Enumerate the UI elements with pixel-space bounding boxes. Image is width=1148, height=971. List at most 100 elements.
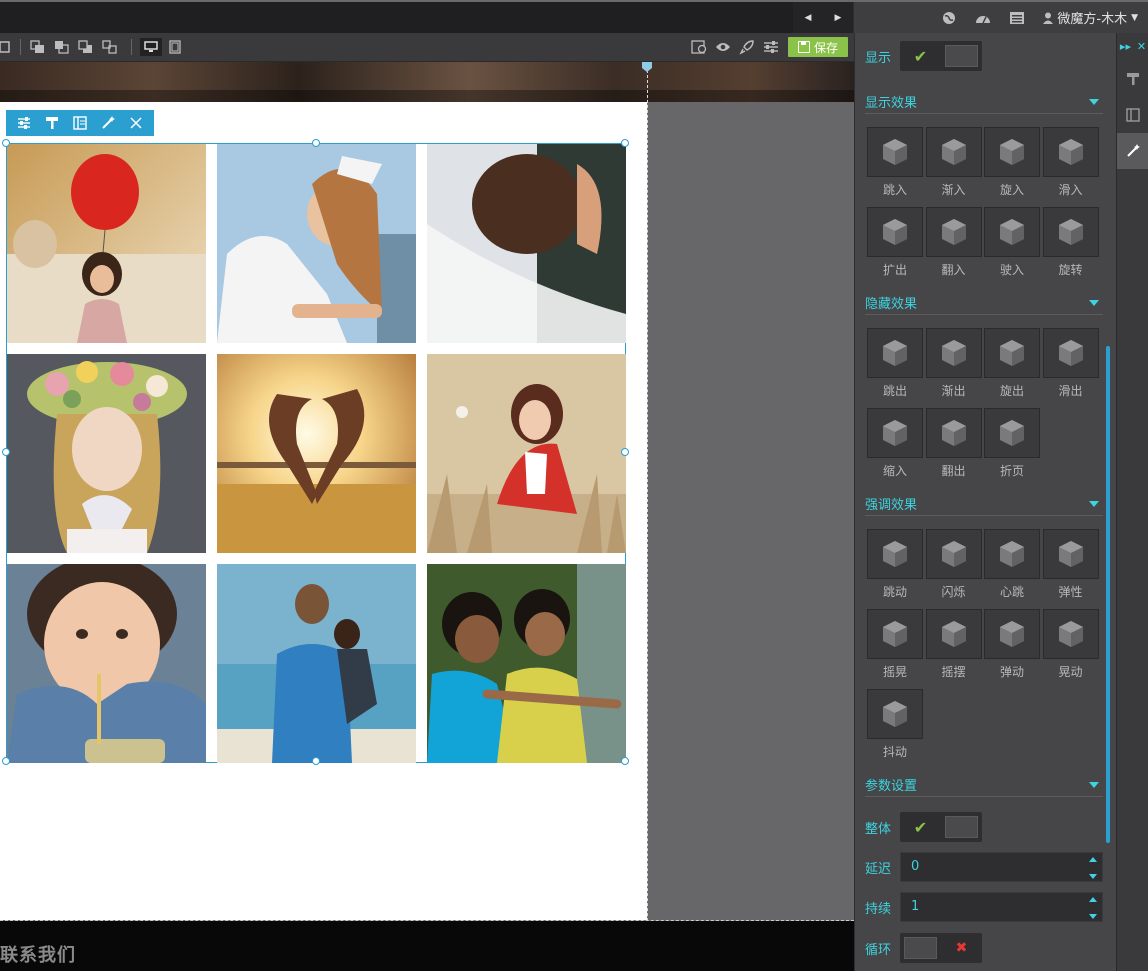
grid-photo[interactable] xyxy=(217,564,416,763)
user-menu[interactable]: 微魔方-木木 ▼ xyxy=(1043,8,1138,27)
save-button[interactable]: 保存 xyxy=(788,37,848,57)
effect-tile[interactable] xyxy=(867,207,923,257)
section-params[interactable]: 参数设置 xyxy=(865,773,1103,797)
resize-handle[interactable] xyxy=(621,757,629,765)
effect-tile[interactable] xyxy=(925,207,982,257)
grid-photo[interactable] xyxy=(7,564,206,763)
layout-icon[interactable] xyxy=(71,114,89,132)
cube-effect-icon xyxy=(1000,219,1024,245)
send-back-icon[interactable] xyxy=(77,38,95,56)
rocket-icon[interactable] xyxy=(738,38,756,56)
duration-input[interactable]: 1 xyxy=(900,892,1103,922)
globe-icon[interactable] xyxy=(941,10,957,26)
effect-label: 跳动 xyxy=(882,585,907,599)
effect-tile[interactable] xyxy=(925,609,982,659)
effect-tile[interactable] xyxy=(1042,127,1099,177)
section-emphasis-effects[interactable]: 强调效果 xyxy=(865,492,1103,516)
effect-tile[interactable] xyxy=(867,328,923,378)
page-width-guide xyxy=(647,70,648,971)
effect-tile[interactable] xyxy=(984,127,1040,177)
effect-label: 跳入 xyxy=(882,183,907,197)
grid-photo[interactable] xyxy=(427,144,626,343)
magic-wand-icon[interactable] xyxy=(99,114,117,132)
effect-tile[interactable] xyxy=(1042,328,1099,378)
panel-scrollbar[interactable] xyxy=(1106,346,1110,843)
footer-section[interactable]: 联系我们 xyxy=(0,921,854,971)
effect-tile[interactable] xyxy=(984,529,1040,579)
resize-handle[interactable] xyxy=(312,757,320,765)
caret-down-icon[interactable] xyxy=(1089,874,1097,879)
effect-tile[interactable] xyxy=(867,127,923,177)
effect-tile[interactable] xyxy=(925,529,982,579)
whole-row: 整体 xyxy=(865,812,891,842)
effect-tile[interactable] xyxy=(984,408,1040,458)
effect-label: 晃动 xyxy=(1058,665,1083,679)
caret-up-icon[interactable] xyxy=(1089,897,1097,902)
prev-page-button[interactable]: ◀ xyxy=(793,2,823,33)
delay-input[interactable]: 0 xyxy=(900,852,1103,882)
effect-tile[interactable] xyxy=(925,127,982,177)
grid-photo[interactable] xyxy=(217,354,416,553)
cube-effect-icon xyxy=(941,139,966,165)
section-hide-effects[interactable]: 隐藏效果 xyxy=(865,291,1103,315)
magic-wand-icon[interactable] xyxy=(1117,133,1148,169)
resize-handle[interactable] xyxy=(2,757,10,765)
effect-tile[interactable] xyxy=(925,328,982,378)
effect-tile[interactable] xyxy=(1042,529,1099,579)
dashboard-icon[interactable] xyxy=(975,10,991,26)
effect-label: 渐出 xyxy=(941,384,966,398)
caret-down-icon[interactable] xyxy=(1089,914,1097,919)
resize-handle[interactable] xyxy=(2,139,10,147)
resize-handle[interactable] xyxy=(621,139,629,147)
photo-grid[interactable] xyxy=(2,139,629,765)
loop-toggle[interactable]: ✖ xyxy=(900,933,982,963)
grid-photo[interactable] xyxy=(427,354,626,553)
section-show-effects[interactable]: 显示效果 xyxy=(865,90,1103,114)
grid-photo[interactable] xyxy=(7,354,206,553)
layout-icon[interactable] xyxy=(1117,97,1148,133)
grid-photo[interactable] xyxy=(427,564,626,763)
duration-stepper[interactable] xyxy=(1088,897,1098,919)
resize-handle[interactable] xyxy=(312,139,320,147)
grid-photo[interactable] xyxy=(217,144,416,343)
group-icon[interactable] xyxy=(101,38,119,56)
grid-photo[interactable] xyxy=(7,144,206,343)
effect-tile[interactable] xyxy=(867,689,923,739)
bring-forward-icon[interactable] xyxy=(53,38,71,56)
eye-icon[interactable] xyxy=(714,38,732,56)
collapse-panel-icon[interactable]: ▸▸ xyxy=(1120,40,1131,53)
next-page-button[interactable]: ▶ xyxy=(823,2,853,33)
show-row: 显示 xyxy=(865,41,891,71)
settings-icon[interactable] xyxy=(762,38,780,56)
paint-roller-icon[interactable] xyxy=(43,114,61,132)
close-icon[interactable] xyxy=(127,114,145,132)
mobile-icon[interactable] xyxy=(166,38,184,56)
effect-tile[interactable] xyxy=(867,408,923,458)
effect-tile[interactable] xyxy=(984,609,1040,659)
list-icon[interactable] xyxy=(1009,10,1025,26)
effect-tile[interactable] xyxy=(925,408,982,458)
layer-icon[interactable] xyxy=(0,38,12,56)
delay-stepper[interactable] xyxy=(1088,857,1098,879)
close-icon[interactable]: ✕ xyxy=(1137,40,1146,53)
effect-tile[interactable] xyxy=(1042,207,1099,257)
preview-icon[interactable] xyxy=(690,38,708,56)
effect-tile[interactable] xyxy=(984,207,1040,257)
loop-label: 循环 xyxy=(865,942,892,958)
whole-toggle[interactable]: ✔ xyxy=(900,812,982,842)
effect-tile[interactable] xyxy=(1042,609,1099,659)
duration-label: 持续 xyxy=(865,902,892,917)
show-label: 显示 xyxy=(865,50,892,66)
effect-tile[interactable] xyxy=(984,328,1040,378)
effect-tile[interactable] xyxy=(867,529,923,579)
paint-roller-icon[interactable] xyxy=(1117,61,1148,97)
caret-up-icon[interactable] xyxy=(1089,857,1097,862)
show-toggle[interactable]: ✔ xyxy=(900,41,982,71)
app-window: ◀ ▶ 微魔方-木木 ▼ 保存 联系我们 显示 ✔ 显示效果 跳入 渐入 旋入 … xyxy=(0,0,1148,971)
bring-front-icon[interactable] xyxy=(29,38,47,56)
resize-handle[interactable] xyxy=(621,448,629,456)
desktop-icon[interactable] xyxy=(140,38,162,56)
resize-handle[interactable] xyxy=(2,448,10,456)
sliders-icon[interactable] xyxy=(15,114,33,132)
effect-tile[interactable] xyxy=(867,609,923,659)
